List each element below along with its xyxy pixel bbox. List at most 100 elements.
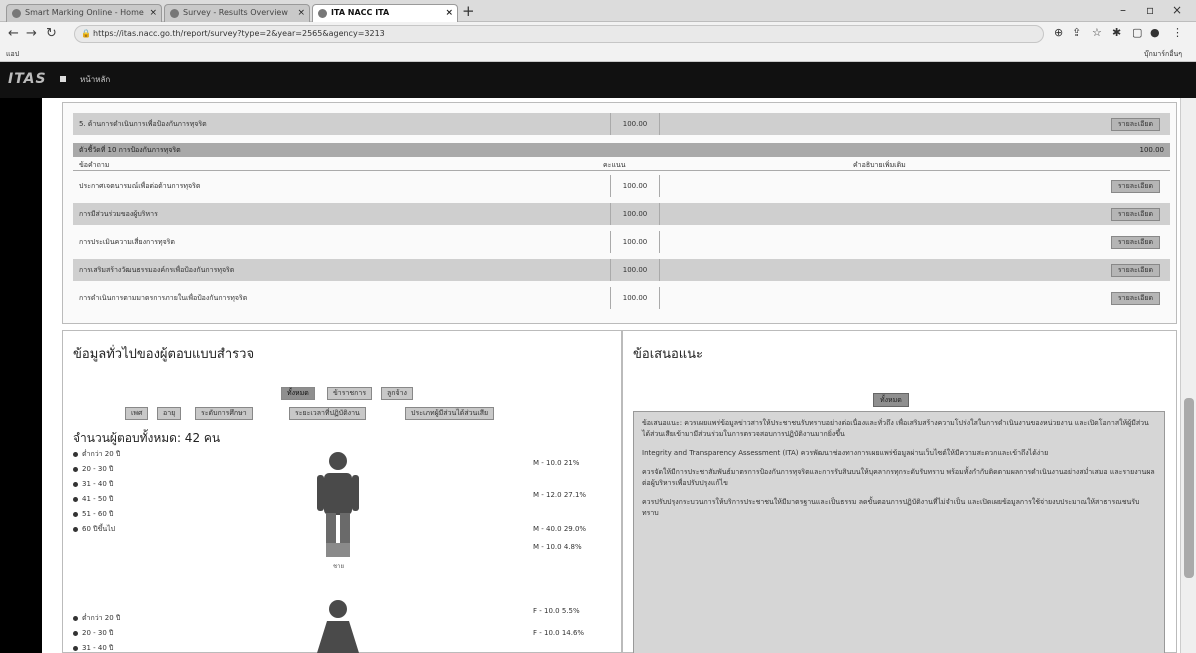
app-header: ITAS หน้าหลัก — [0, 62, 1196, 98]
recommendation-paragraph: Integrity and Transparency Assessment (I… — [642, 449, 1049, 457]
female-legend: ต่ำกว่า 20 ปี 20 - 30 ปี 31 - 40 ปี — [73, 611, 120, 653]
section-title: ตัวชี้วัดที่ 10 การป้องกันการทุจริต — [79, 146, 181, 154]
panel-title: ข้อมูลทั่วไปของผู้ตอบแบบสำรวจ — [73, 347, 255, 362]
table-row: ประกาศเจตนารมณ์เพื่อต่อต้านการทุจริต 100… — [73, 175, 1170, 197]
table-row: การมีส่วนร่วมของผู้บริหาร 100.00 รายละเอ… — [73, 203, 1170, 225]
page-scrollbar[interactable] — [1180, 98, 1196, 653]
browser-tab-2[interactable]: Survey - Results Overview × — [164, 4, 310, 22]
total-respondents: จำนวนผู้ตอบทั้งหมด: 42 คน — [73, 431, 221, 445]
browser-tab-bar: Smart Marking Online - Home × Survey - R… — [0, 0, 1196, 22]
filter-duration-button[interactable]: ระยะเวลาที่ปฏิบัติงาน — [289, 407, 366, 420]
legend-item: 51 - 60 ปี — [73, 507, 120, 522]
row-score: 100.00 — [610, 231, 660, 253]
detail-button[interactable]: รายละเอียด — [1110, 236, 1160, 249]
col-score: คะแนน — [603, 161, 626, 169]
male-legend: ต่ำกว่า 20 ปี 20 - 30 ปี 31 - 40 ปี 41 -… — [73, 447, 120, 537]
row-name: ประกาศเจตนารมณ์เพื่อต่อต้านการทุจริต — [79, 182, 201, 190]
section-total: 100.00 — [1139, 146, 1165, 154]
show-all-button[interactable]: ทั้งหมด — [873, 393, 909, 407]
female-figure-icon — [317, 600, 359, 653]
female-pct-label: F - 10.0 14.6% — [533, 629, 585, 637]
row-name: การดำเนินการตามมาตรการภายในเพื่อป้องกันก… — [79, 294, 248, 302]
bookmark-apps[interactable]: แอป — [6, 46, 19, 62]
recommendation-paragraph: ควรจัดให้มีการประชาสัมพันธ์มาตรการป้องกั… — [642, 468, 1155, 487]
legend-item: 20 - 30 ปี — [73, 462, 120, 477]
filter-age-button[interactable]: อายุ — [157, 407, 182, 420]
recommendations-text-area[interactable]: ข้อเสนอแนะ: ควรเผยแพร่ข้อมูลข่าวสารให้ปร… — [633, 411, 1165, 653]
close-icon[interactable]: × — [445, 5, 453, 21]
legend-item: 60 ปีขึ้นไป — [73, 522, 120, 537]
row-score: 100.00 — [610, 259, 660, 281]
legend-item: 20 - 30 ปี — [73, 626, 120, 641]
recommendations-panel: ข้อเสนอแนะ ทั้งหมด ข้อเสนอแนะ: ควรเผยแพร… — [622, 330, 1177, 653]
detail-button[interactable]: รายละเอียด — [1110, 292, 1160, 305]
close-icon[interactable]: × — [297, 5, 305, 21]
filter-gender-button[interactable]: เพศ — [125, 407, 149, 420]
score-table-panel: 5. ด้านการดำเนินการเพื่อป้องกันการทุจริต… — [62, 102, 1177, 324]
close-window-icon[interactable]: × — [1172, 3, 1182, 17]
column-headers: ข้อคำถาม คะแนน คำอธิบายเพิ่มเติม — [73, 159, 1170, 171]
extension-icon[interactable]: ✱ — [1112, 26, 1121, 39]
url-text: https://itas.nacc.go.th/report/survey?ty… — [93, 29, 385, 38]
filter-employee-button[interactable]: ลูกจ้าง — [381, 387, 413, 400]
maximize-icon[interactable]: ▫ — [1146, 3, 1154, 17]
detail-button[interactable]: รายละเอียด — [1110, 118, 1160, 131]
zoom-icon[interactable]: ⊕ — [1054, 26, 1063, 39]
scroll-thumb[interactable] — [1184, 398, 1194, 578]
filter-official-button[interactable]: ข้าราชการ — [327, 387, 373, 400]
profile-icon[interactable]: ● — [1150, 26, 1160, 39]
detail-button[interactable]: รายละเอียด — [1110, 208, 1160, 221]
address-bar[interactable]: 🔒 https://itas.nacc.go.th/report/survey?… — [74, 25, 1044, 43]
male-figure-icon — [317, 452, 359, 557]
left-sidebar — [0, 98, 42, 653]
browser-tab-3[interactable]: ITA NACC ITA × — [312, 4, 458, 22]
favicon-icon — [170, 9, 179, 18]
browser-tab-1[interactable]: Smart Marking Online - Home × — [6, 4, 162, 22]
close-icon[interactable]: × — [149, 5, 157, 21]
legend-item: 31 - 40 ปี — [73, 641, 120, 653]
bookmarks-bar: แอป บุ๊กมาร์กอื่นๆ — [0, 46, 1196, 62]
table-row: 5. ด้านการดำเนินการเพื่อป้องกันการทุจริต… — [73, 113, 1170, 135]
table-row: การดำเนินการตามมาตรการภายในเพื่อป้องกันก… — [73, 287, 1170, 309]
col-note: คำอธิบายเพิ่มเติม — [853, 161, 906, 169]
row-name: 5. ด้านการดำเนินการเพื่อป้องกันการทุจริต — [79, 120, 207, 128]
app-title[interactable]: หน้าหลัก — [80, 73, 110, 86]
window-icon[interactable]: ▢ — [1132, 26, 1142, 39]
detail-button[interactable]: รายละเอียด — [1110, 264, 1160, 277]
forward-icon[interactable]: → — [26, 26, 37, 41]
row-score: 100.00 — [610, 113, 660, 135]
row-score: 100.00 — [610, 287, 660, 309]
table-row: การประเมินความเสี่ยงการทุจริต 100.00 ราย… — [73, 231, 1170, 253]
favicon-icon — [12, 9, 21, 18]
legend-item: 41 - 50 ปี — [73, 492, 120, 507]
share-icon[interactable]: ⇪ — [1072, 26, 1081, 39]
lock-icon: 🔒 — [81, 29, 91, 38]
female-pct-label: F - 10.0 5.5% — [533, 607, 580, 615]
reload-icon[interactable]: ↻ — [46, 26, 57, 41]
section-header: ตัวชี้วัดที่ 10 การป้องกันการทุจริต 100.… — [73, 143, 1170, 157]
minimize-icon[interactable]: – — [1120, 3, 1126, 17]
male-caption: ชาย — [333, 563, 344, 570]
row-name: การเสริมสร้างวัฒนธรรมองค์กรเพื่อป้องกันก… — [79, 266, 235, 274]
row-name: การประเมินความเสี่ยงการทุจริต — [79, 238, 175, 246]
detail-button[interactable]: รายละเอียด — [1110, 180, 1160, 193]
new-tab-icon[interactable]: + — [462, 2, 475, 20]
row-score: 100.00 — [610, 203, 660, 225]
menu-dots-icon[interactable]: ⋮ — [1172, 26, 1183, 39]
tab-label: ITA NACC ITA — [331, 8, 390, 17]
filter-all-button[interactable]: ทั้งหมด — [281, 387, 315, 400]
respondent-info-panel: ข้อมูลทั่วไปของผู้ตอบแบบสำรวจ ทั้งหมด ข้… — [62, 330, 622, 653]
filter-stakeholder-button[interactable]: ประเภทผู้มีส่วนได้ส่วนเสีย — [405, 407, 495, 420]
legend-item: 31 - 40 ปี — [73, 477, 120, 492]
bookmark-other[interactable]: บุ๊กมาร์กอื่นๆ — [1144, 46, 1182, 62]
male-pct-label: M - 10.0 21% — [533, 459, 580, 467]
col-question: ข้อคำถาม — [79, 161, 110, 169]
browser-toolbar: ← → ↻ 🔒 https://itas.nacc.go.th/report/s… — [0, 22, 1196, 46]
menu-toggle-icon[interactable] — [60, 76, 66, 82]
app-logo[interactable]: ITAS — [8, 71, 47, 87]
row-score: 100.00 — [610, 175, 660, 197]
male-pct-label: M - 10.0 4.8% — [533, 543, 582, 551]
star-icon[interactable]: ☆ — [1092, 26, 1102, 39]
back-icon[interactable]: ← — [8, 26, 19, 41]
filter-education-button[interactable]: ระดับการศึกษา — [195, 407, 253, 420]
